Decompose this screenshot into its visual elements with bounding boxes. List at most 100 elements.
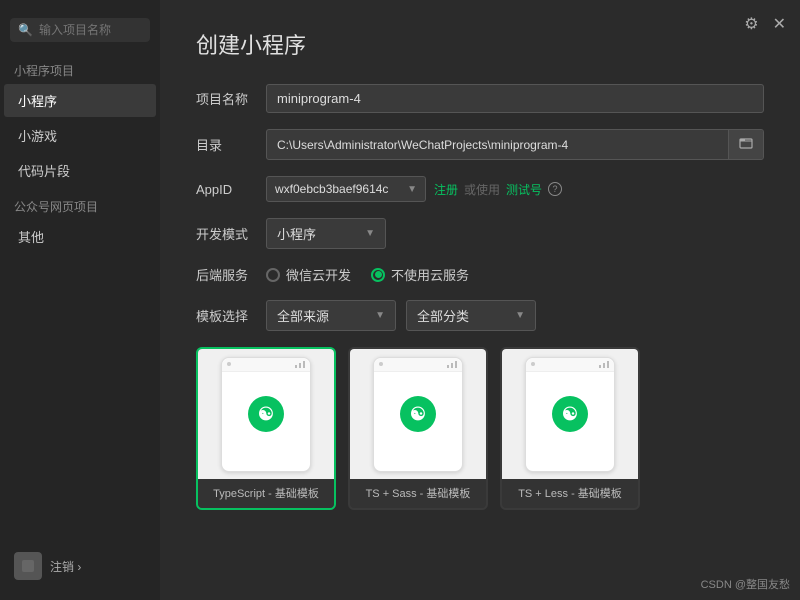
search-bar[interactable]: 🔍 <box>10 18 150 42</box>
template-card-2[interactable]: ☯ TS + Less - 基础模板 <box>500 347 640 510</box>
sb3 <box>303 361 305 368</box>
search-input[interactable] <box>39 23 142 37</box>
sb3c <box>607 361 609 368</box>
radio-circle-1 <box>266 268 280 282</box>
backend-option2-label: 不使用云服务 <box>391 265 469 284</box>
avatar <box>14 552 42 580</box>
sb1 <box>295 365 297 368</box>
sidebar-item-miniprogram[interactable]: 小程序 <box>4 84 156 117</box>
source-value: 全部来源 <box>277 306 369 325</box>
devmode-label: 开发模式 <box>196 224 266 243</box>
register-link[interactable]: 注册 <box>434 181 458 198</box>
category-select[interactable]: 全部分类 ▼ <box>406 300 536 331</box>
wechat-logo-0: ☯ <box>248 396 284 432</box>
section2-label: 公众号网页项目 <box>0 188 160 219</box>
template-row: 模板选择 全部来源 ▼ 全部分类 ▼ <box>196 300 764 331</box>
dir-input[interactable] <box>267 132 728 158</box>
sb1b <box>447 365 449 368</box>
project-name-control <box>266 84 764 113</box>
section1-label: 小程序项目 <box>0 56 160 83</box>
devmode-row: 开发模式 小程序 ▼ <box>196 218 764 249</box>
backend-row: 后端服务 微信云开发 不使用云服务 <box>196 265 764 284</box>
backend-option1-label: 微信云开发 <box>286 265 351 284</box>
dir-row: 目录 <box>196 129 764 160</box>
card-label-2: TS + Less - 基础模板 <box>502 479 638 508</box>
category-dropdown-arrow: ▼ <box>515 310 525 321</box>
template-selects: 全部来源 ▼ 全部分类 ▼ <box>266 300 536 331</box>
sb3b <box>455 361 457 368</box>
appid-label: AppID <box>196 182 266 197</box>
top-right-icons: ⚙ ✕ <box>744 14 786 34</box>
card-phone-2: ☯ <box>502 349 638 479</box>
template-control: 全部来源 ▼ 全部分类 ▼ <box>266 300 764 331</box>
sidebar-bottom: 注销 › <box>0 542 160 590</box>
logout-button[interactable]: 注销 › <box>50 558 81 575</box>
dir-input-wrap <box>266 129 764 160</box>
phone-signal-1 <box>447 361 457 368</box>
phone-frame-2: ☯ <box>525 357 615 472</box>
devmode-select[interactable]: 小程序 ▼ <box>266 218 386 249</box>
devmode-value: 小程序 <box>277 224 359 243</box>
phone-signal-0 <box>295 361 305 368</box>
card-label-0: TypeScript - 基础模板 <box>198 479 334 508</box>
sidebar-item-minigame[interactable]: 小游戏 <box>4 119 156 152</box>
dir-label: 目录 <box>196 135 266 154</box>
sb2 <box>299 363 301 368</box>
radio-circle-2 <box>371 268 385 282</box>
wechat-logo-2: ☯ <box>552 396 588 432</box>
project-name-label: 项目名称 <box>196 89 266 108</box>
appid-links: 注册 或使用 测试号 ? <box>434 181 562 198</box>
devmode-control: 小程序 ▼ <box>266 218 764 249</box>
or-sep: 或使用 <box>464 181 500 198</box>
backend-label: 后端服务 <box>196 265 266 284</box>
sb1c <box>599 365 601 368</box>
card-label-1: TS + Sass - 基础模板 <box>350 479 486 508</box>
phone-frame-1: ☯ <box>373 357 463 472</box>
source-select[interactable]: 全部来源 ▼ <box>266 300 396 331</box>
sb2b <box>451 363 453 368</box>
dir-browse-button[interactable] <box>728 130 763 159</box>
phone-top-bar-2 <box>526 358 614 372</box>
phone-dot-2a <box>531 362 535 366</box>
appid-value: wxf0ebcb3baef9614c <box>275 182 403 196</box>
project-name-input[interactable] <box>266 84 764 113</box>
dialog-title: 创建小程序 <box>196 28 764 60</box>
wechat-logo-icon-1: ☯ <box>410 404 426 425</box>
backend-option1[interactable]: 微信云开发 <box>266 265 351 284</box>
backend-radio-group: 微信云开发 不使用云服务 <box>266 265 469 284</box>
sidebar-item-other[interactable]: 其他 <box>4 220 156 253</box>
appid-select[interactable]: wxf0ebcb3baef9614c ▼ <box>266 176 426 202</box>
main-content: ⚙ ✕ 创建小程序 项目名称 目录 <box>160 0 800 600</box>
sidebar-item-codesnippet[interactable]: 代码片段 <box>4 154 156 187</box>
phone-dot-1a <box>379 362 383 366</box>
card-phone-0: ☯ <box>198 349 334 479</box>
phone-dot-0a <box>227 362 231 366</box>
backend-option2[interactable]: 不使用云服务 <box>371 265 469 284</box>
template-card-1[interactable]: ☯ TS + Sass - 基础模板 <box>348 347 488 510</box>
backend-control: 微信云开发 不使用云服务 <box>266 265 764 284</box>
dir-control <box>266 129 764 160</box>
template-label: 模板选择 <box>196 306 266 325</box>
wechat-logo-icon-2: ☯ <box>562 404 578 425</box>
sidebar: 🔍 小程序项目 小程序 小游戏 代码片段 公众号网页项目 其他 注销 › <box>0 0 160 600</box>
category-value: 全部分类 <box>417 306 509 325</box>
app-container: 🔍 小程序项目 小程序 小游戏 代码片段 公众号网页项目 其他 注销 › ⚙ ✕… <box>0 0 800 600</box>
appid-control: wxf0ebcb3baef9614c ▼ 注册 或使用 测试号 ? <box>266 176 764 202</box>
help-icon[interactable]: ? <box>548 182 562 196</box>
phone-top-bar-0 <box>222 358 310 372</box>
project-name-row: 项目名称 <box>196 84 764 113</box>
phone-top-bar-1 <box>374 358 462 372</box>
wechat-logo-1: ☯ <box>400 396 436 432</box>
testid-link[interactable]: 测试号 <box>506 181 542 198</box>
template-cards: ☯ TypeScript - 基础模板 <box>196 347 764 520</box>
search-icon: 🔍 <box>18 23 33 37</box>
settings-icon[interactable]: ⚙ <box>744 14 758 34</box>
source-dropdown-arrow: ▼ <box>375 310 385 321</box>
appid-dropdown-arrow: ▼ <box>407 184 417 195</box>
template-card-0[interactable]: ☯ TypeScript - 基础模板 <box>196 347 336 510</box>
close-icon[interactable]: ✕ <box>773 14 786 34</box>
dialog: 创建小程序 项目名称 目录 <box>160 0 800 600</box>
phone-signal-2 <box>599 361 609 368</box>
sb2c <box>603 363 605 368</box>
phone-frame-0: ☯ <box>221 357 311 472</box>
